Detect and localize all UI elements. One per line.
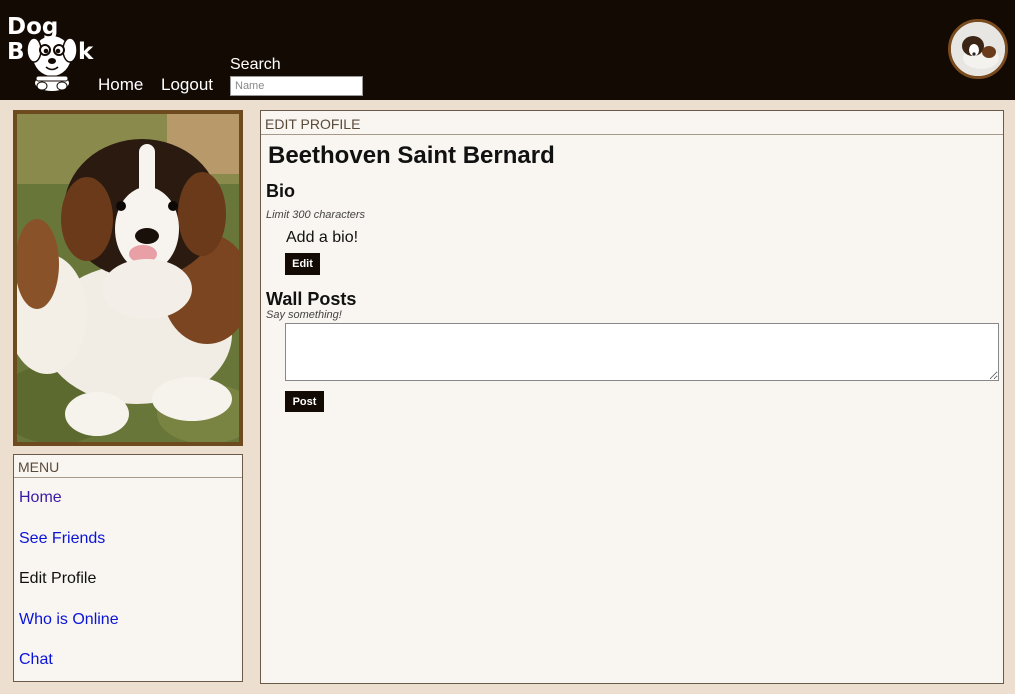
dog-face-icon (26, 36, 78, 91)
search-label: Search (230, 56, 281, 73)
nav-home-link[interactable]: Home (98, 75, 143, 95)
profile-photo (13, 110, 243, 446)
wall-post-hint: Say something! (266, 309, 342, 321)
menu-item-see-friends[interactable]: See Friends (14, 519, 242, 560)
menu-item-edit-profile: Edit Profile (19, 570, 97, 587)
logo-text-k: k (78, 39, 94, 65)
search-input[interactable] (230, 76, 363, 96)
bio-heading: Bio (266, 181, 295, 201)
site-header: Dog B k Home Logout Search (0, 0, 1015, 100)
side-menu: MENU Home See Friends Edit Profile Who i… (13, 454, 243, 682)
edit-bio-button[interactable]: Edit (285, 253, 320, 275)
bio-text: Add a bio! (286, 229, 359, 246)
wall-posts-heading: Wall Posts (266, 289, 357, 309)
menu-title: MENU (14, 455, 242, 478)
menu-item-who-is-online[interactable]: Who is Online (14, 600, 242, 641)
nav-logout-link[interactable]: Logout (161, 75, 213, 95)
saint-bernard-photo (17, 114, 239, 442)
wall-post-textarea[interactable] (285, 323, 999, 381)
post-button[interactable]: Post (285, 391, 324, 412)
menu-item-home[interactable]: Home (14, 478, 242, 519)
user-avatar[interactable] (948, 19, 1008, 79)
avatar-photo (951, 22, 1005, 76)
profile-name: Beethoven Saint Bernard (268, 142, 555, 169)
panel-title: EDIT PROFILE (261, 111, 1003, 135)
dogbook-logo[interactable]: Dog B k (4, 10, 96, 92)
bio-limit-hint: Limit 300 characters (266, 209, 366, 221)
menu-item-chat[interactable]: Chat (14, 640, 242, 681)
edit-profile-panel: EDIT PROFILE Beethoven Saint Bernard Bio… (260, 110, 1004, 684)
